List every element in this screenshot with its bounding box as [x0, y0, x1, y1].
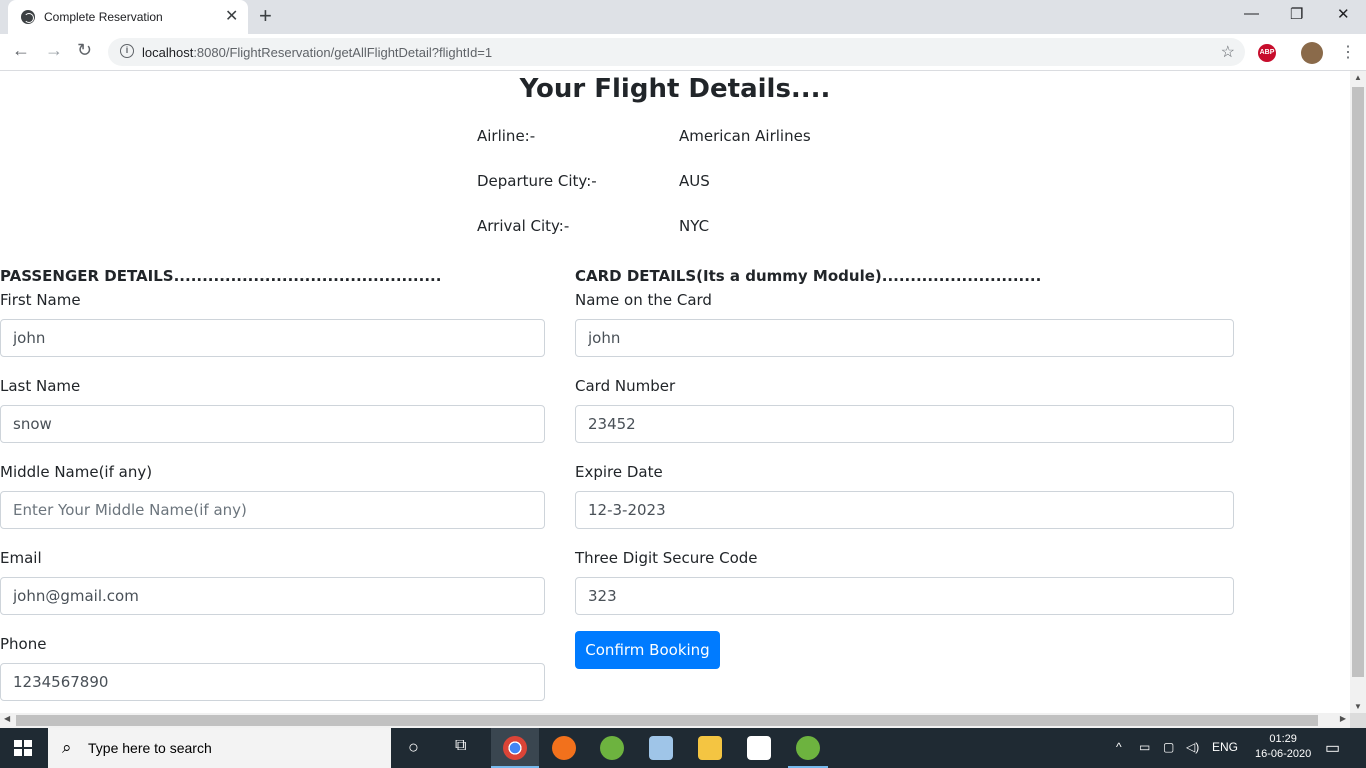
email-input[interactable]: [0, 577, 545, 615]
file-explorer-icon[interactable]: [698, 736, 722, 760]
new-tab-button[interactable]: +: [259, 4, 272, 28]
phone-input[interactable]: [0, 663, 545, 701]
restore-icon[interactable]: ❐: [1290, 5, 1303, 23]
url-path: :8080/FlightReservation/getAllFlightDeta…: [193, 45, 493, 60]
last-name-label: Last Name: [0, 377, 81, 395]
postman-icon[interactable]: [552, 736, 576, 760]
close-tab-icon[interactable]: ✕: [225, 6, 238, 26]
clock-date: 16-06-2020: [1255, 748, 1312, 760]
phone-label: Phone: [0, 635, 47, 653]
airline-value: American Airlines: [679, 127, 811, 145]
name-on-card-label: Name on the Card: [575, 291, 712, 309]
battery-icon[interactable]: ▭: [1139, 740, 1150, 754]
windows-start-icon[interactable]: [14, 740, 32, 756]
volume-icon[interactable]: ◁): [1186, 740, 1199, 754]
chevron-up-icon[interactable]: ^: [1116, 740, 1122, 754]
bookmark-star-icon[interactable]: ☆: [1221, 42, 1235, 62]
card-number-input[interactable]: [575, 405, 1234, 443]
browser-tab[interactable]: Complete Reservation ✕: [8, 0, 248, 34]
chrome-icon: [503, 736, 527, 760]
page-content: Your Flight Details.... Airline:- Americ…: [0, 71, 1350, 713]
secure-code-input[interactable]: [575, 577, 1234, 615]
forward-arrow-icon[interactable]: →: [45, 40, 63, 61]
site-info-icon[interactable]: i: [120, 44, 134, 58]
clock-time: 01:29: [1269, 733, 1297, 745]
search-icon: ⌕: [62, 738, 72, 757]
page-title: Your Flight Details....: [519, 74, 831, 104]
language-indicator[interactable]: ENG: [1212, 740, 1238, 754]
windows-taskbar: ⌕ Type here to search ○ ⧉ ^ ▭ ▢ ◁) ENG 0…: [0, 728, 1366, 768]
expire-date-label: Expire Date: [575, 463, 663, 481]
expire-date-input[interactable]: [575, 491, 1234, 529]
vertical-scroll-thumb[interactable]: [1352, 87, 1364, 677]
network-icon[interactable]: ▢: [1163, 740, 1174, 754]
chrome-taskbar-slot[interactable]: [491, 728, 539, 768]
first-name-input[interactable]: [0, 319, 545, 357]
globe-icon: [21, 10, 35, 24]
middle-name-label: Middle Name(if any): [0, 463, 153, 481]
back-arrow-icon[interactable]: ←: [12, 40, 30, 61]
arrival-city-label: Arrival City:-: [477, 217, 570, 235]
minimize-icon[interactable]: —: [1244, 5, 1259, 22]
microsoft-store-icon[interactable]: [747, 736, 771, 760]
scroll-left-arrow-icon[interactable]: ◀: [4, 714, 10, 723]
browser-toolbar: ← → ↻ i localhost:8080/FlightReservation…: [0, 34, 1366, 71]
departure-city-label: Departure City:-: [477, 172, 597, 190]
url-host: localhost: [142, 45, 194, 60]
horizontal-scroll-thumb[interactable]: [16, 715, 1318, 726]
horizontal-scrollbar[interactable]: ◀ ▶: [0, 713, 1350, 728]
tab-title: Complete Reservation: [44, 10, 163, 24]
vertical-scrollbar[interactable]: ▲ ▼: [1350, 71, 1366, 713]
name-on-card-input[interactable]: [575, 319, 1234, 357]
notepad-icon[interactable]: [649, 736, 673, 760]
scroll-down-arrow-icon[interactable]: ▼: [1354, 702, 1362, 711]
email-label: Email: [0, 549, 42, 567]
scroll-right-arrow-icon[interactable]: ▶: [1340, 714, 1346, 723]
address-bar[interactable]: i localhost:8080/FlightReservation/getAl…: [108, 38, 1245, 66]
adblock-plus-icon[interactable]: ABP: [1258, 44, 1276, 62]
kebab-menu-icon[interactable]: ⋮: [1340, 42, 1356, 62]
spring-boot-icon[interactable]: [796, 736, 820, 760]
arrival-city-value: NYC: [679, 217, 710, 235]
url-text: localhost:8080/FlightReservation/getAllF…: [142, 45, 492, 60]
browser-tab-strip: Complete Reservation ✕ + — ❐ ✕: [0, 0, 1366, 34]
notification-icon[interactable]: ▭: [1325, 738, 1340, 758]
confirm-booking-button[interactable]: Confirm Booking: [575, 631, 720, 669]
first-name-label: First Name: [0, 291, 81, 309]
task-view-icon[interactable]: ⧉: [455, 737, 466, 755]
profile-avatar[interactable]: [1301, 42, 1323, 64]
scroll-up-arrow-icon[interactable]: ▲: [1354, 73, 1362, 82]
taskbar-search-box[interactable]: ⌕ Type here to search: [48, 728, 391, 768]
cortana-icon[interactable]: ○: [408, 737, 419, 758]
middle-name-input[interactable]: [0, 491, 545, 529]
card-details-heading: CARD DETAILS(Its a dummy Module)........…: [575, 267, 1042, 285]
taskbar-search-text: Type here to search: [88, 740, 212, 756]
taskbar-clock[interactable]: 01:29 16-06-2020: [1255, 732, 1311, 762]
last-name-input[interactable]: [0, 405, 545, 443]
scrollbar-corner: [1350, 713, 1366, 728]
passenger-details-heading: PASSENGER DETAILS.......................…: [0, 267, 442, 285]
reload-icon[interactable]: ↻: [77, 40, 92, 61]
secure-code-label: Three Digit Secure Code: [575, 549, 758, 567]
departure-city-value: AUS: [679, 172, 710, 190]
card-number-label: Card Number: [575, 377, 676, 395]
spring-tool-suite-icon[interactable]: [600, 736, 624, 760]
airline-label: Airline:-: [477, 127, 536, 145]
window-close-icon[interactable]: ✕: [1337, 5, 1350, 23]
